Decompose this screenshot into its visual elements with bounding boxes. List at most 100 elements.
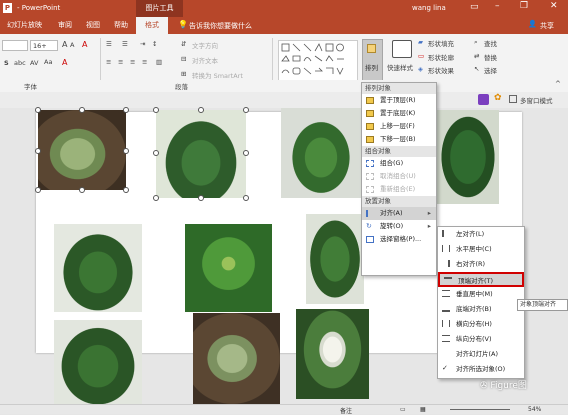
menu-item-group[interactable]: 组合(G) <box>362 157 436 170</box>
find-icon[interactable]: ⌕ <box>474 38 478 47</box>
align-left-icon[interactable]: ≡ <box>106 58 111 66</box>
shapes-gallery[interactable] <box>278 40 358 82</box>
menu-item-selection-pane[interactable]: 选择窗格(P)... <box>362 233 436 246</box>
resize-handle[interactable] <box>153 195 159 201</box>
quick-styles-icon[interactable] <box>392 40 412 58</box>
align-text-button[interactable]: 对齐文本 <box>192 55 218 65</box>
cactus-image[interactable] <box>193 313 280 404</box>
addin-icon[interactable] <box>478 94 489 105</box>
menu-item-align-to-slide[interactable]: 对齐幻灯片(A) <box>438 347 524 362</box>
tab-review[interactable]: 审阅 <box>58 20 72 30</box>
find-button[interactable]: 查找 <box>484 38 497 48</box>
numbering-icon[interactable]: ☰ <box>122 40 128 48</box>
smartart-icon[interactable]: ⊞ <box>181 70 186 78</box>
smartart-button[interactable]: 转换为 SmartArt <box>192 70 243 80</box>
menu-item-align-right[interactable]: 右对齐(R) <box>438 257 524 272</box>
ribbon-display-icon[interactable]: ▭ <box>470 2 479 12</box>
peace-lily-image[interactable] <box>296 309 369 399</box>
view-normal-icon[interactable]: ▭ <box>400 406 406 413</box>
resize-handle[interactable] <box>198 107 204 113</box>
text-direction-button[interactable]: 文字方向 <box>192 40 218 50</box>
plant-image[interactable] <box>185 224 272 312</box>
quick-styles-button[interactable]: 快速样式 <box>387 62 413 72</box>
bold-icon[interactable]: S <box>4 59 9 67</box>
clear-format-icon[interactable]: A <box>82 40 87 49</box>
grow-font-icon[interactable]: A <box>62 40 67 49</box>
indent-icon[interactable]: ⇥ <box>140 40 145 48</box>
user-name[interactable]: wang lina <box>412 4 446 12</box>
shrink-font-icon[interactable]: A <box>70 41 74 49</box>
plant-image[interactable] <box>156 110 246 198</box>
resize-handle[interactable] <box>243 150 249 156</box>
menu-item-send-to-back[interactable]: 置于底层(K) <box>362 107 436 120</box>
select-button[interactable]: 选择 <box>484 65 497 75</box>
select-icon[interactable]: ↖ <box>474 65 479 73</box>
settings-icon[interactable]: ✿ <box>494 93 502 103</box>
tab-format[interactable]: 格式 <box>136 17 168 34</box>
font-color-icon[interactable]: A <box>62 58 67 67</box>
tab-help[interactable]: 帮助 <box>114 20 128 30</box>
plant-image[interactable] <box>437 110 499 204</box>
menu-item-align-selected[interactable]: ✓ 对齐所选对象(O) <box>438 362 524 377</box>
font-name-dropdown[interactable] <box>2 40 28 51</box>
resize-handle[interactable] <box>243 107 249 113</box>
resize-handle[interactable] <box>123 107 129 113</box>
shape-effects-button[interactable]: 形状效果 <box>428 65 454 75</box>
multi-window-button[interactable]: 多窗口模式 <box>520 95 553 105</box>
replace-button[interactable]: 替换 <box>484 52 497 62</box>
tell-me-input[interactable]: 告诉我你想要做什么 <box>189 21 252 31</box>
fill-icon[interactable]: ▰ <box>418 38 423 46</box>
restore-icon[interactable]: ❐ <box>520 1 528 11</box>
resize-handle[interactable] <box>35 148 41 154</box>
menu-item-align-left[interactable]: 左对齐(L) <box>438 227 524 242</box>
menu-item-rotate[interactable]: ↻ 旋转(O) ▸ <box>362 220 436 233</box>
tab-slideshow[interactable]: 幻灯片放映 <box>7 20 42 30</box>
close-icon[interactable]: ✕ <box>550 1 558 11</box>
cactus-image[interactable] <box>38 110 126 190</box>
bullets-icon[interactable]: ☰ <box>106 40 112 48</box>
resize-handle[interactable] <box>198 195 204 201</box>
plant-image[interactable] <box>306 214 364 304</box>
menu-item-bring-to-front[interactable]: 置于顶层(R) <box>362 94 436 107</box>
menu-item-send-backward[interactable]: 下移一层(B) <box>362 133 436 146</box>
plant-image[interactable] <box>281 108 361 198</box>
collapse-ribbon-icon[interactable]: ^ <box>555 80 561 88</box>
align-center-icon[interactable]: ≡ <box>118 58 123 66</box>
font-size-dropdown[interactable]: 16+ <box>30 40 58 51</box>
resize-handle[interactable] <box>79 107 85 113</box>
menu-item-align-middle[interactable]: 垂直居中(M) <box>438 287 524 302</box>
shape-outline-button[interactable]: 形状轮廓 <box>428 52 454 62</box>
resize-handle[interactable] <box>35 187 41 193</box>
strikethrough-icon[interactable]: abc <box>14 59 26 67</box>
shape-fill-button[interactable]: 形状填充 <box>428 38 454 48</box>
line-spacing-icon[interactable]: ↕ <box>152 40 157 48</box>
menu-item-distribute-v[interactable]: 纵向分布(V) <box>438 332 524 347</box>
replace-icon[interactable]: ⇄ <box>474 52 479 60</box>
resize-handle[interactable] <box>153 107 159 113</box>
menu-item-distribute-h[interactable]: 横向分布(H) <box>438 317 524 332</box>
resize-handle[interactable] <box>243 195 249 201</box>
menu-item-align-bottom[interactable]: 底端对齐(B) <box>438 302 524 317</box>
plant-image[interactable] <box>54 224 142 312</box>
change-case-icon[interactable]: Aa <box>44 58 52 66</box>
resize-handle[interactable] <box>79 187 85 193</box>
plant-image[interactable] <box>54 320 142 404</box>
menu-item-align-center[interactable]: 水平居中(C) <box>438 242 524 257</box>
columns-icon[interactable]: ▥ <box>156 58 162 66</box>
spacing-icon[interactable]: AV <box>30 59 38 67</box>
resize-handle[interactable] <box>35 107 41 113</box>
view-sorter-icon[interactable]: ▦ <box>420 406 426 413</box>
share-button[interactable]: 共享 <box>540 21 554 31</box>
share-icon[interactable]: 👤 <box>528 20 537 28</box>
outline-icon[interactable]: ▭ <box>418 52 424 60</box>
tab-view[interactable]: 视图 <box>86 20 100 30</box>
resize-handle[interactable] <box>123 148 129 154</box>
menu-item-bring-forward[interactable]: 上移一层(F) <box>362 120 436 133</box>
justify-icon[interactable]: ≡ <box>142 58 147 66</box>
text-direction-icon[interactable]: ⇵ <box>181 40 186 48</box>
minimize-icon[interactable]: – <box>495 1 500 11</box>
resize-handle[interactable] <box>123 187 129 193</box>
menu-item-align[interactable]: 对齐(A) ▸ <box>362 207 436 220</box>
align-right-icon[interactable]: ≡ <box>130 58 135 66</box>
effects-icon[interactable]: ◈ <box>418 65 423 73</box>
